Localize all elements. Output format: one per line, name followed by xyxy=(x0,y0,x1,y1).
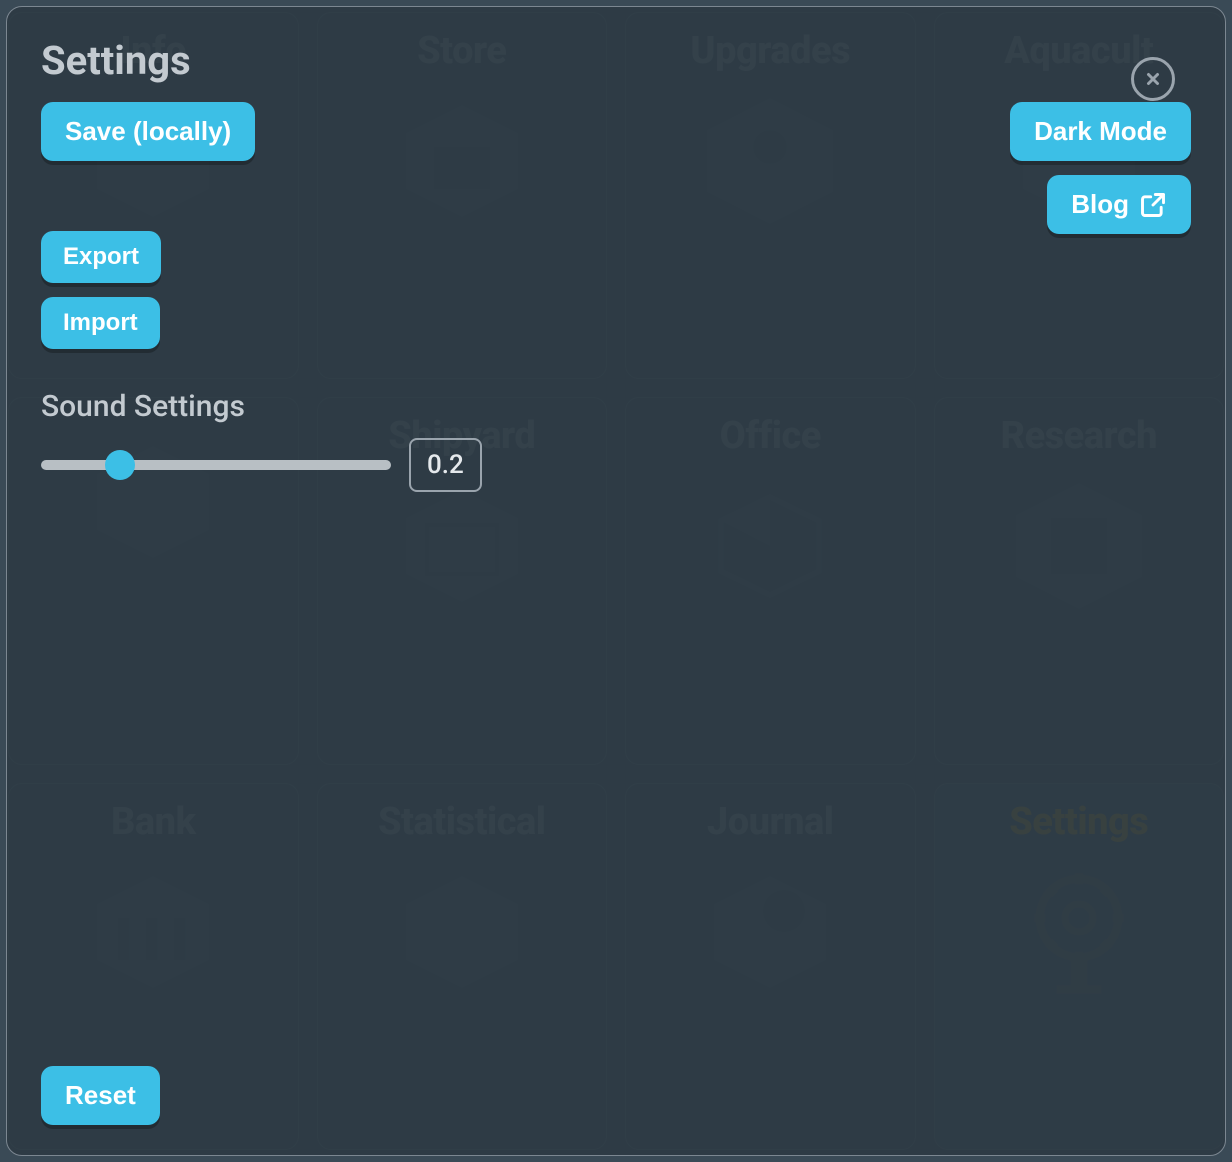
modal-title: Settings xyxy=(41,37,1191,84)
close-button[interactable] xyxy=(1131,57,1175,101)
sound-settings-label: Sound Settings xyxy=(41,389,1191,424)
reset-button[interactable]: Reset xyxy=(41,1066,160,1125)
volume-value-display: 0.2 xyxy=(409,438,482,492)
export-button[interactable]: Export xyxy=(41,231,161,283)
volume-slider[interactable] xyxy=(41,460,391,470)
import-button[interactable]: Import xyxy=(41,297,160,349)
close-icon xyxy=(1144,70,1162,88)
dark-mode-button[interactable]: Dark Mode xyxy=(1010,102,1191,161)
settings-modal: Settings Save (locally) Export Import Da… xyxy=(6,6,1226,1156)
save-button[interactable]: Save (locally) xyxy=(41,102,255,161)
blog-label: Blog xyxy=(1071,189,1129,220)
blog-link-button[interactable]: Blog xyxy=(1047,175,1191,234)
external-link-icon xyxy=(1139,191,1167,219)
volume-control: 0.2 xyxy=(41,438,1191,492)
